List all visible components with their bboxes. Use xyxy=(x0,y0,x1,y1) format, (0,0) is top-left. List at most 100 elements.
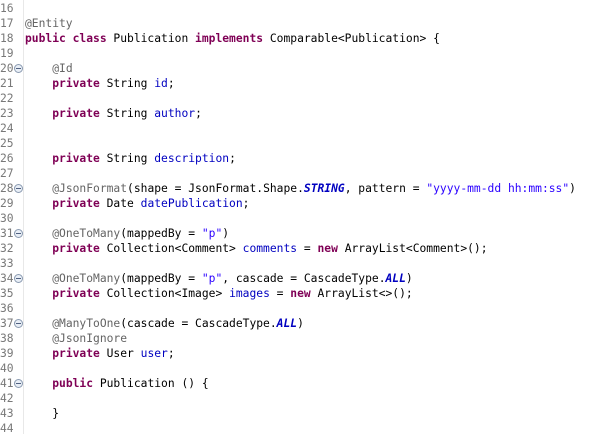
code-line[interactable]: 25 xyxy=(0,136,600,151)
line-number: 23 xyxy=(0,107,14,120)
fold-collapse-icon[interactable] xyxy=(14,319,23,328)
code-line[interactable]: 29 private Date datePublication; xyxy=(0,196,600,211)
code-token: ; xyxy=(167,77,175,90)
code-token: implements xyxy=(195,32,264,45)
fold-collapse-icon[interactable] xyxy=(14,184,23,193)
code-token: new xyxy=(290,287,311,300)
code-token: ) xyxy=(222,227,230,240)
code-line[interactable]: 28 @JsonFormat(shape = JsonFormat.Shape.… xyxy=(0,181,600,196)
code-line[interactable]: 43 } xyxy=(0,406,600,421)
code-text: @JsonFormat(shape = JsonFormat.Shape.STR… xyxy=(25,181,576,196)
code-token: private xyxy=(52,287,100,300)
code-token: ) xyxy=(297,317,304,330)
fold-collapse-icon[interactable] xyxy=(14,379,23,388)
code-token: String xyxy=(99,152,155,165)
fold-collapse-icon[interactable] xyxy=(14,274,23,283)
code-text: private String author; xyxy=(25,106,202,121)
line-number: 24 xyxy=(0,122,14,135)
code-token: "p" xyxy=(201,272,223,285)
line-number: 33 xyxy=(0,257,14,270)
code-token: @JsonFormat xyxy=(52,182,128,195)
code-token: } xyxy=(25,407,60,420)
code-line[interactable]: 21 private String id; xyxy=(0,76,600,91)
code-line[interactable]: 17 @Entity xyxy=(0,16,600,31)
code-line[interactable]: 38 @JsonIgnore xyxy=(0,331,600,346)
code-line[interactable]: 16 xyxy=(0,1,600,16)
code-line[interactable]: 37 @ManyToOne(cascade = CascadeType.ALL) xyxy=(0,316,600,331)
line-number: 19 xyxy=(0,47,14,60)
code-token: ArrayList<>(); xyxy=(310,287,413,300)
code-token: Comparable<Publication> { xyxy=(263,32,440,45)
code-token: , cascade = CascadeType. xyxy=(222,272,386,285)
code-token: private xyxy=(52,77,100,90)
code-token: (mappedBy = xyxy=(120,227,202,240)
code-line[interactable]: 32 private Collection<Comment> comments … xyxy=(0,241,600,256)
code-line[interactable]: 31 @OneToMany(mappedBy = "p") xyxy=(0,226,600,241)
code-line[interactable]: 34 @OneToMany(mappedBy = "p", cascade = … xyxy=(0,271,600,286)
code-token: @Entity xyxy=(25,17,73,30)
code-token: Publication xyxy=(106,32,196,45)
code-line[interactable]: 27 xyxy=(0,166,600,181)
code-line[interactable]: 36 xyxy=(0,301,600,316)
code-token: STRING xyxy=(303,182,345,195)
code-token: private xyxy=(52,152,100,165)
code-text: private User user; xyxy=(25,346,175,361)
code-token: ; xyxy=(167,347,175,360)
code-token: Date xyxy=(99,197,141,210)
code-token: datePublication xyxy=(140,197,243,210)
line-number: 26 xyxy=(0,152,14,165)
code-line[interactable]: 26 private String description; xyxy=(0,151,600,166)
code-token: private xyxy=(52,107,100,120)
code-token: String xyxy=(99,107,155,120)
code-line[interactable]: 33 xyxy=(0,256,600,271)
code-token: id xyxy=(154,77,168,90)
code-line[interactable]: 35 private Collection<Image> images = ne… xyxy=(0,286,600,301)
code-token: user xyxy=(140,347,168,360)
code-text: @ManyToOne(cascade = CascadeType.ALL) xyxy=(25,316,304,331)
code-text: @OneToMany(mappedBy = "p") xyxy=(25,226,229,241)
code-token: ) xyxy=(405,272,413,285)
code-line[interactable]: 24 xyxy=(0,121,600,136)
code-text: public class Publication implements Comp… xyxy=(25,31,440,46)
code-token: images xyxy=(229,287,270,300)
code-line[interactable]: 30 xyxy=(0,211,600,226)
code-token: ArrayList<Comment>(); xyxy=(337,242,488,255)
line-number: 36 xyxy=(0,302,14,315)
code-text: public Publication () { xyxy=(25,376,208,391)
code-token: private xyxy=(52,242,100,255)
code-token: "yyyy-mm-dd hh:mm:ss" xyxy=(426,182,570,195)
code-token: @OneToMany xyxy=(52,227,121,240)
code-token: ALL xyxy=(385,272,406,285)
code-line[interactable]: 19 xyxy=(0,46,600,61)
fold-collapse-icon[interactable] xyxy=(14,64,23,73)
code-line[interactable]: 39 private User user; xyxy=(0,346,600,361)
code-line[interactable]: 20 @Id xyxy=(0,61,600,76)
line-number: 32 xyxy=(0,242,14,255)
code-token: private xyxy=(52,197,100,210)
code-token: ; xyxy=(195,107,202,120)
code-line[interactable]: 22 xyxy=(0,91,600,106)
fold-collapse-icon[interactable] xyxy=(14,229,23,238)
code-line[interactable]: 40 xyxy=(0,361,600,376)
code-text: private Collection<Comment> comments = n… xyxy=(25,241,488,256)
line-number: 25 xyxy=(0,137,14,150)
line-number: 18 xyxy=(0,32,14,45)
line-number: 27 xyxy=(0,167,14,180)
code-text: @Entity xyxy=(25,16,73,31)
code-line[interactable]: 41 public Publication () { xyxy=(0,376,600,391)
code-line[interactable]: 18 public class Publication implements Co… xyxy=(0,31,600,46)
code-token: Collection<Image> xyxy=(99,287,230,300)
code-token: private xyxy=(52,347,100,360)
code-token: public xyxy=(52,377,94,390)
code-token: = xyxy=(297,242,318,255)
code-token: ALL xyxy=(276,317,298,330)
code-line[interactable]: 42 xyxy=(0,391,600,406)
code-line[interactable]: 23 private String author; xyxy=(0,106,600,121)
